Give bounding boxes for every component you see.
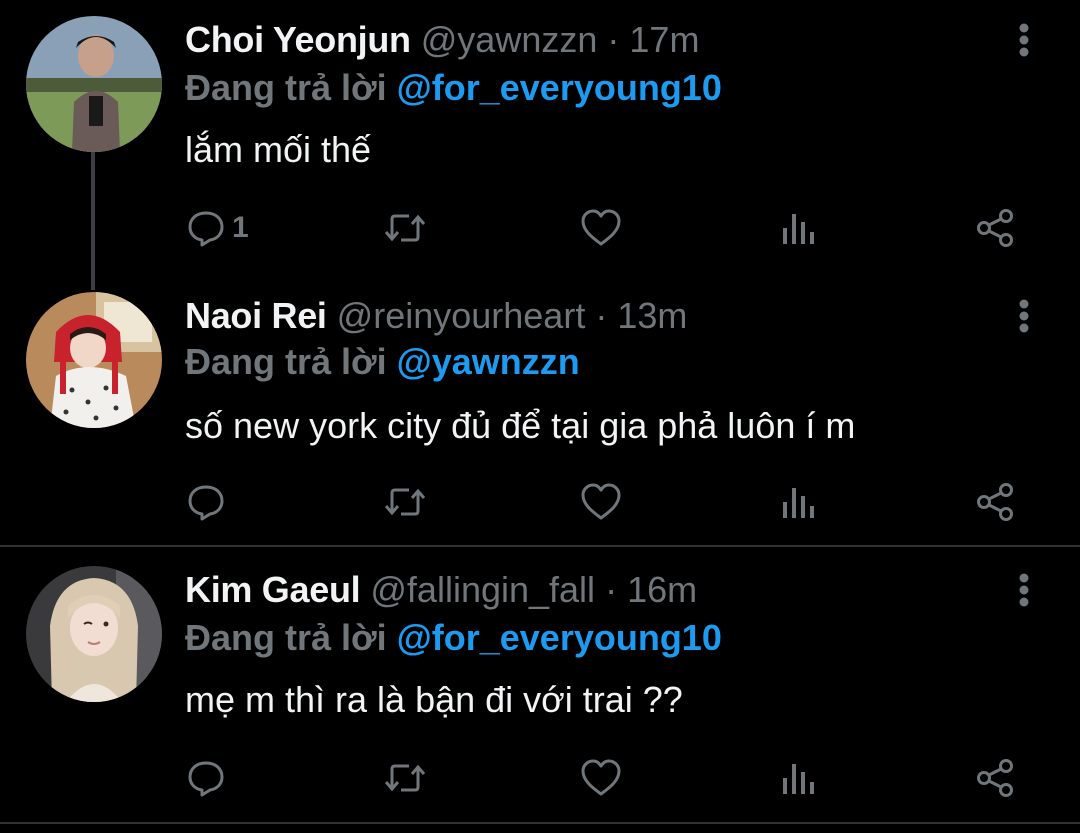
reply-button[interactable]: 1 xyxy=(186,204,249,252)
retweet-button[interactable] xyxy=(383,478,427,526)
reply-icon xyxy=(188,211,224,247)
like-icon xyxy=(581,759,621,796)
tweet-2[interactable]: Naoi Rei @reinyourheart · 13m Đang trả l… xyxy=(0,290,1080,544)
timestamp[interactable]: 16m xyxy=(627,569,697,610)
tweet-divider xyxy=(0,545,1080,547)
replying-to-link[interactable]: @for_everyoung10 xyxy=(397,617,722,658)
tweet-3[interactable]: Kim Gaeul @fallingin_fall · 16m Đang trả… xyxy=(0,548,1080,833)
separator-dot: · xyxy=(595,295,608,336)
replying-to: Đang trả lời @for_everyoung10 xyxy=(185,616,722,660)
retweet-button[interactable] xyxy=(383,204,427,252)
like-icon xyxy=(581,209,621,246)
share-button[interactable] xyxy=(974,204,1016,252)
tweet-header: Kim Gaeul @fallingin_fall · 16m xyxy=(185,568,697,612)
reply-icon xyxy=(188,761,224,797)
retweet-icon xyxy=(384,764,426,792)
replying-to-link[interactable]: @for_everyoung10 xyxy=(397,67,722,108)
replying-to: Đang trả lời @for_everyoung10 xyxy=(185,66,722,110)
tweet-header: Choi Yeonjun @yawnzzn · 17m xyxy=(185,18,699,62)
avatar-naoi-rei[interactable] xyxy=(26,292,162,428)
reply-icon xyxy=(188,485,224,521)
replying-to-label: Đang trả lời xyxy=(185,341,387,382)
tweet-1[interactable]: Choi Yeonjun @yawnzzn · 17m Đang trả lời… xyxy=(0,0,1080,290)
like-button[interactable] xyxy=(580,478,622,526)
display-name[interactable]: Kim Gaeul xyxy=(185,569,361,610)
tweet-text: mẹ m thì ra là bận đi với trai ?? xyxy=(185,679,683,720)
analytics-icon xyxy=(783,214,814,244)
action-bar xyxy=(0,478,1080,526)
analytics-button[interactable] xyxy=(780,754,816,802)
display-name[interactable]: Naoi Rei xyxy=(185,295,327,336)
tweet-text: số new york city đủ để tại gia phả luôn … xyxy=(185,405,856,446)
more-options-icon[interactable] xyxy=(1004,568,1044,612)
analytics-button[interactable] xyxy=(780,478,816,526)
retweet-icon xyxy=(384,214,426,242)
action-bar: 1 xyxy=(0,204,1080,252)
avatar-photo-icon xyxy=(26,16,162,152)
share-icon xyxy=(977,209,1013,247)
user-handle[interactable]: @yawnzzn xyxy=(421,19,598,60)
user-handle[interactable]: @fallingin_fall xyxy=(370,569,595,610)
retweet-button[interactable] xyxy=(383,754,427,802)
more-options-icon[interactable] xyxy=(1004,294,1044,338)
retweet-icon xyxy=(384,488,426,516)
display-name[interactable]: Choi Yeonjun xyxy=(185,19,411,60)
analytics-icon xyxy=(783,764,814,794)
share-button[interactable] xyxy=(974,478,1016,526)
timestamp[interactable]: 17m xyxy=(629,19,699,60)
replying-to-label: Đang trả lời xyxy=(185,617,387,658)
share-button[interactable] xyxy=(974,754,1016,802)
share-icon xyxy=(977,759,1013,797)
like-button[interactable] xyxy=(580,754,622,802)
reply-feed: Choi Yeonjun @yawnzzn · 17m Đang trả lời… xyxy=(0,0,1080,833)
user-handle[interactable]: @reinyourheart xyxy=(337,295,586,336)
tweet-header: Naoi Rei @reinyourheart · 13m xyxy=(185,294,687,338)
more-options-icon[interactable] xyxy=(1004,18,1044,62)
avatar-kim-gaeul[interactable] xyxy=(26,566,162,702)
like-icon xyxy=(581,483,621,520)
like-button[interactable] xyxy=(580,204,622,252)
tweet-text: lắm mối thế xyxy=(185,129,372,170)
action-bar xyxy=(0,754,1080,802)
reply-button[interactable] xyxy=(186,754,232,802)
separator-dot: · xyxy=(607,19,620,60)
avatar-choi-yeonjun[interactable] xyxy=(26,16,162,152)
avatar-photo-icon xyxy=(26,566,162,702)
timestamp[interactable]: 13m xyxy=(617,295,687,336)
avatar-photo-icon xyxy=(26,292,162,428)
replying-to-label: Đang trả lời xyxy=(185,67,387,108)
reply-count: 1 xyxy=(232,211,249,244)
reply-button[interactable] xyxy=(186,478,232,526)
separator-dot: · xyxy=(605,569,618,610)
replying-to-link[interactable]: @yawnzzn xyxy=(397,341,580,382)
replying-to: Đang trả lời @yawnzzn xyxy=(185,340,580,384)
share-icon xyxy=(977,483,1013,521)
analytics-button[interactable] xyxy=(780,204,816,252)
tweet-divider xyxy=(0,822,1080,824)
analytics-icon xyxy=(783,488,814,518)
